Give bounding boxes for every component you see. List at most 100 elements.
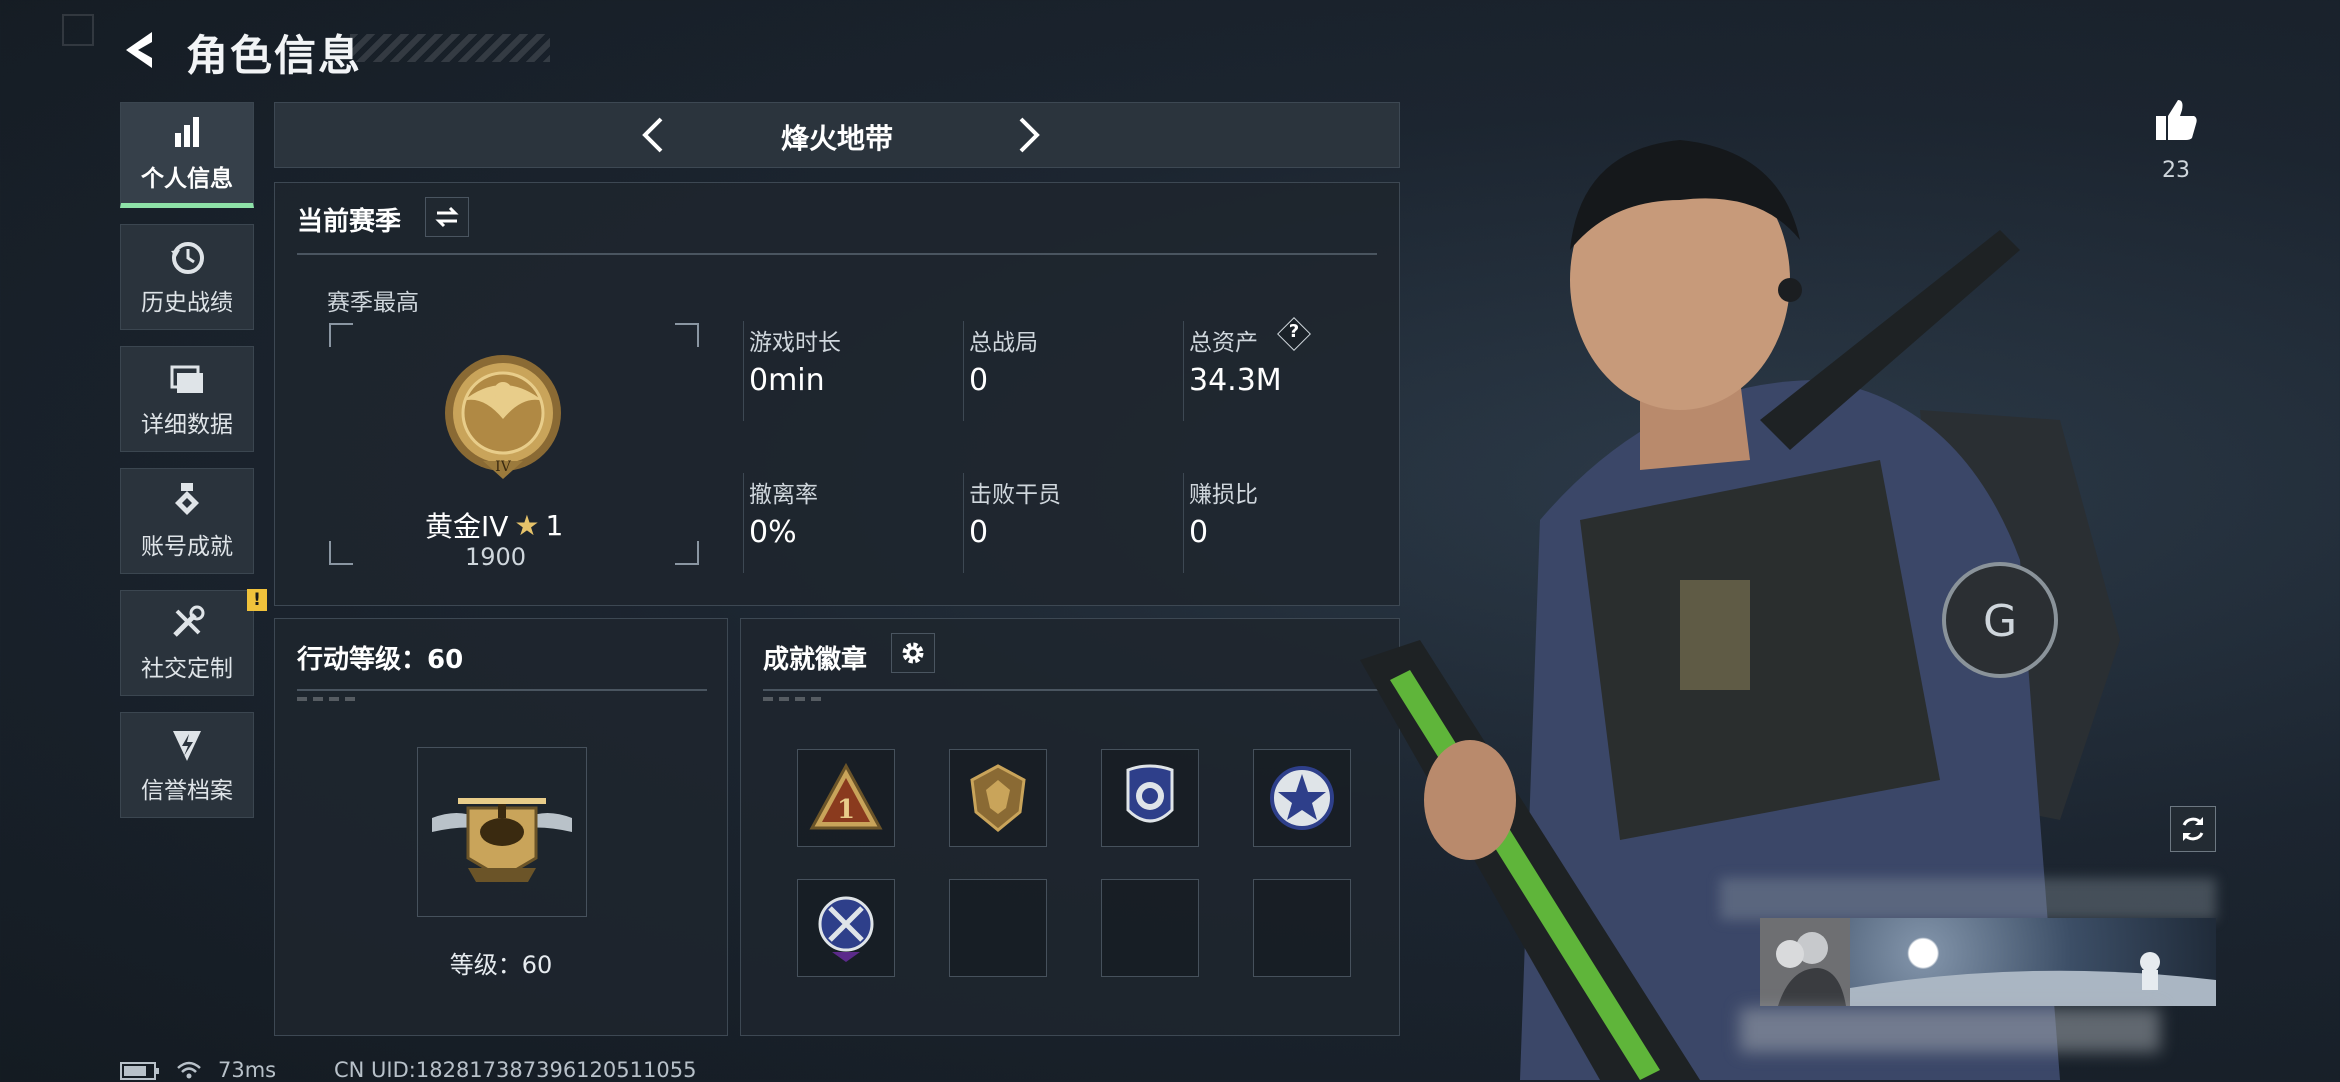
- level-emblem-frame: [417, 747, 587, 917]
- achievements-title: 成就徽章: [763, 645, 868, 675]
- level-title: 行动等级：60: [297, 645, 464, 675]
- blurred-profile-text: [1740, 1008, 2160, 1052]
- svg-text:G: G: [1983, 596, 2017, 647]
- badge-slot[interactable]: 1: [797, 749, 895, 847]
- mode-selector: 烽火地带: [274, 102, 1400, 168]
- sidebar-item-label: 个人信息: [141, 166, 233, 192]
- stat-value: 0: [1189, 515, 1209, 550]
- badge-slot-empty[interactable]: [949, 879, 1047, 977]
- sidebar-item-achievements[interactable]: 账号成就: [120, 468, 254, 574]
- achievements-panel: 成就徽章 1: [740, 618, 1400, 1036]
- tools-icon: [173, 605, 205, 637]
- stat-label: 赚损比: [1189, 482, 1258, 508]
- sidebar-item-label: 账号成就: [141, 534, 233, 560]
- mode-title: 烽火地带: [780, 122, 893, 155]
- bar-chart-icon: [175, 117, 199, 147]
- badge-slot[interactable]: [1101, 749, 1199, 847]
- season-switch-button[interactable]: [425, 197, 469, 237]
- thumbs-up-icon[interactable]: [2152, 96, 2200, 144]
- badge-slot[interactable]: [949, 749, 1047, 847]
- astronaut-banner-art: [1850, 952, 2216, 1006]
- rank-stars: 1: [545, 508, 564, 542]
- sidebar-item-history[interactable]: 历史战绩: [120, 224, 254, 330]
- rank-name: 黄金IV: [425, 510, 509, 543]
- warning-badge: !: [247, 589, 267, 611]
- star-icon: ★: [514, 508, 540, 542]
- stat-label: 撤离率: [749, 482, 818, 508]
- stat-divider: [743, 473, 744, 573]
- stat-value: 0: [969, 363, 989, 398]
- stat-divider: [743, 321, 744, 421]
- frame-corner: [329, 323, 353, 347]
- season-panel: 当前赛季 赛季最高 IV 黄金IV ★ 1 1900 游戏时长 0min 总战局…: [274, 182, 1400, 606]
- helicopter-emblem: [432, 798, 572, 882]
- stat-divider: [1183, 473, 1184, 573]
- help-icon[interactable]: ?: [1277, 317, 1311, 351]
- gold-rank-emblem: IV: [445, 355, 561, 479]
- season-title: 当前赛季: [297, 207, 402, 237]
- frame-corner: [675, 541, 699, 565]
- stat-value: 0min: [749, 363, 825, 398]
- title-decoration: [350, 34, 550, 62]
- gear-icon: [902, 642, 924, 664]
- section-separator: [297, 253, 1377, 255]
- chevron-right-icon[interactable]: [1005, 113, 1049, 157]
- medal-icon: [175, 483, 199, 515]
- like-count: 23: [2162, 158, 2190, 183]
- sidebar-item-details[interactable]: 详细数据: [120, 346, 254, 452]
- sidebar-item-label: 详细数据: [141, 412, 233, 438]
- rank-name-row: 黄金IV ★ 1: [425, 505, 563, 545]
- section-separator: [297, 689, 707, 691]
- season-best-label: 赛季最高: [327, 290, 419, 316]
- sidebar-item-label: 信誉档案: [141, 778, 233, 804]
- wifi-icon: [177, 1061, 201, 1079]
- folder-icon: [170, 365, 203, 393]
- badge-slot-empty[interactable]: [1253, 879, 1351, 977]
- sidebar-item-label: 历史战绩: [141, 290, 233, 316]
- police-badge-icon: [1126, 764, 1174, 823]
- frame-corner: [329, 541, 353, 565]
- star-badge-icon: [1270, 766, 1334, 830]
- help-icon-text: ?: [1288, 321, 1300, 342]
- profile-banner[interactable]: [1850, 918, 2216, 1006]
- badge-settings-button[interactable]: [891, 633, 935, 673]
- stat-value: 0: [969, 515, 989, 550]
- profile-avatar[interactable]: [1760, 918, 1850, 1006]
- battery-icon: [120, 1062, 159, 1080]
- corner-decoration: [62, 14, 94, 46]
- stat-label: 总战局: [969, 330, 1038, 356]
- cross-badge-icon: [818, 896, 874, 962]
- stat-label: 总资产: [1189, 330, 1258, 356]
- stat-value: 0%: [749, 515, 797, 550]
- stat-value: 34.3M: [1189, 363, 1282, 398]
- clock-history-icon: [171, 242, 204, 274]
- frame-corner: [675, 323, 699, 347]
- rank-emblem-text: IV: [495, 459, 512, 475]
- rank-score: 1900: [465, 543, 527, 571]
- ping-indicator: 73ms: [218, 1058, 277, 1082]
- stat-divider: [1183, 321, 1184, 421]
- stat-label: 游戏时长: [749, 330, 841, 356]
- back-arrow-icon[interactable]: [118, 26, 166, 74]
- badge-slot-empty[interactable]: [1101, 879, 1199, 977]
- sidebar-item-credit[interactable]: 信誉档案: [120, 712, 254, 818]
- level-panel: 行动等级：60 等级：60: [274, 618, 728, 1036]
- crest-badge-icon: [970, 764, 1026, 832]
- stat-divider: [963, 473, 964, 573]
- triangle-1-badge-icon: 1: [809, 762, 883, 830]
- sidebar-item-social[interactable]: 社交定制 !: [120, 589, 267, 696]
- badge-slot[interactable]: [1253, 749, 1351, 847]
- refresh-icon: [2182, 817, 2204, 841]
- level-label: 等级：60: [449, 951, 553, 979]
- sidebar-item-personal-info[interactable]: 个人信息: [120, 102, 254, 208]
- swap-icon: [435, 206, 459, 228]
- player-uid: CN UID:18281738739612051105​5: [334, 1058, 697, 1082]
- stat-label: 击败干员: [969, 482, 1061, 508]
- rotate-button[interactable]: [2170, 806, 2216, 852]
- shield-lightning-icon: [173, 731, 201, 761]
- svg-text:1: 1: [837, 795, 855, 825]
- page-title: 角色信息: [186, 31, 363, 80]
- badge-slot[interactable]: [797, 879, 895, 977]
- section-separator: [763, 689, 1379, 691]
- blurred-name-area: [1720, 878, 2216, 920]
